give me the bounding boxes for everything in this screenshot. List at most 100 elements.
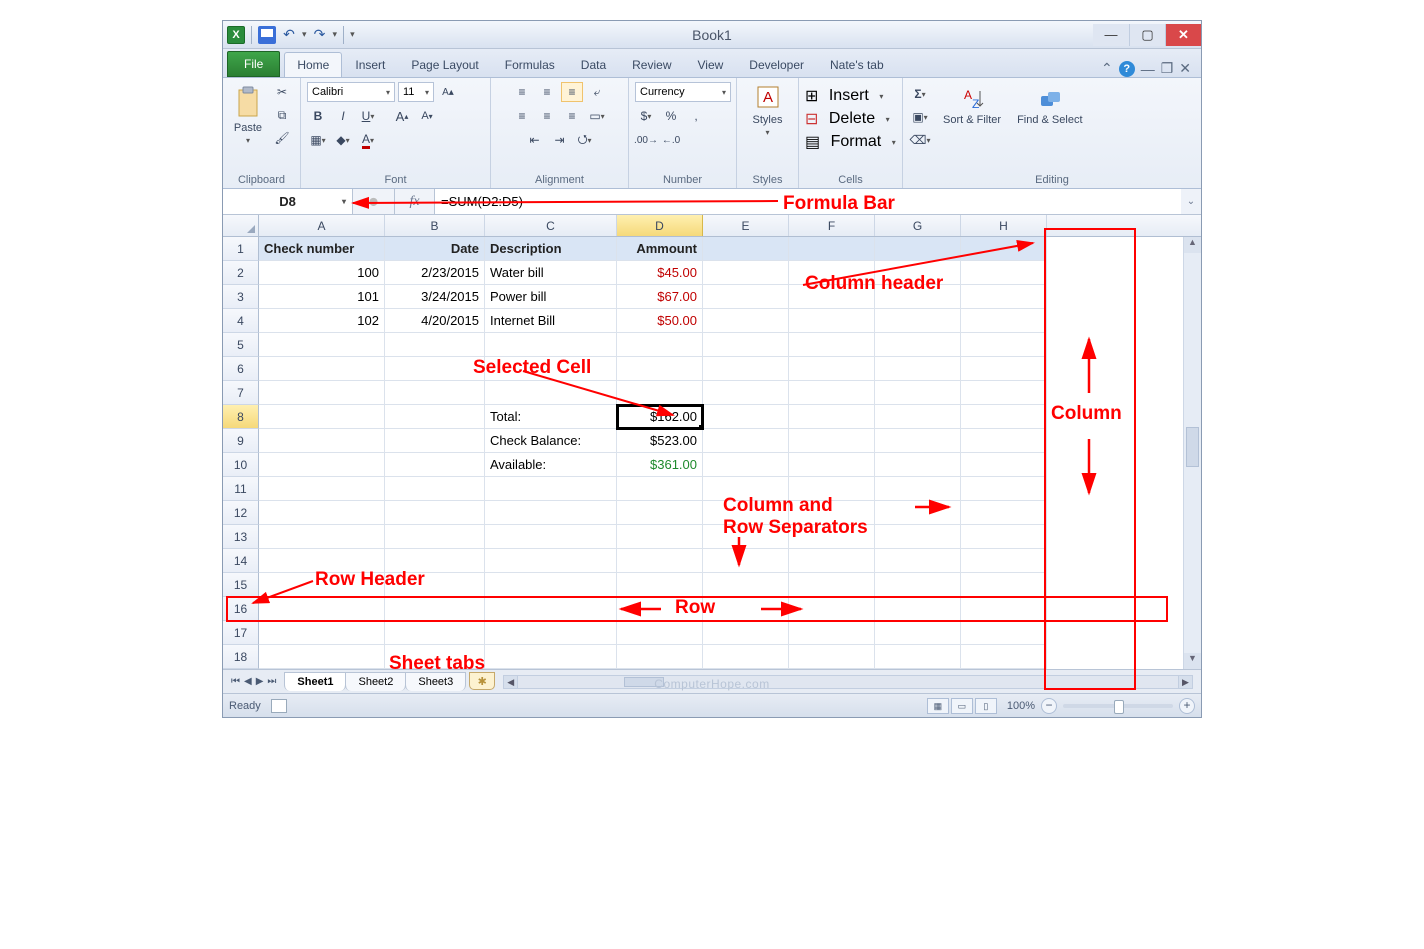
cell-A12[interactable]	[259, 501, 385, 525]
tab-view[interactable]: View	[685, 52, 737, 77]
cell-B4[interactable]: 4/20/2015	[385, 309, 485, 333]
fill-icon[interactable]: ▣▾	[909, 107, 931, 127]
cell-H7[interactable]	[961, 381, 1047, 405]
cell-F17[interactable]	[789, 621, 875, 645]
find-select-button[interactable]: Find & Select	[1013, 84, 1086, 128]
borders-icon[interactable]: ▦▾	[307, 130, 329, 150]
cell-H16[interactable]	[961, 597, 1047, 621]
row-header-4[interactable]: 4	[223, 309, 259, 333]
tab-custom[interactable]: Nate's tab	[817, 52, 897, 77]
cell-F9[interactable]	[789, 429, 875, 453]
name-box[interactable]: D8▾	[223, 189, 353, 214]
cell-G5[interactable]	[875, 333, 961, 357]
cell-F7[interactable]	[789, 381, 875, 405]
cell-A11[interactable]	[259, 477, 385, 501]
cell-F4[interactable]	[789, 309, 875, 333]
save-icon[interactable]	[258, 26, 276, 44]
cell-B2[interactable]: 2/23/2015	[385, 261, 485, 285]
cell-C16[interactable]	[485, 597, 617, 621]
cell-G18[interactable]	[875, 645, 961, 669]
fill-color-icon[interactable]: ◆▾	[332, 130, 354, 150]
orientation-icon[interactable]: ⭯▾	[574, 130, 596, 150]
cell-G17[interactable]	[875, 621, 961, 645]
cell-C15[interactable]	[485, 573, 617, 597]
cell-B6[interactable]	[385, 357, 485, 381]
cell-B5[interactable]	[385, 333, 485, 357]
align-right-icon[interactable]: ≡	[561, 106, 583, 126]
cell-A17[interactable]	[259, 621, 385, 645]
hscroll-left-icon[interactable]: ◀	[504, 676, 518, 688]
cell-D17[interactable]	[617, 621, 703, 645]
tab-data[interactable]: Data	[568, 52, 619, 77]
cell-A5[interactable]	[259, 333, 385, 357]
cell-D7[interactable]	[617, 381, 703, 405]
scroll-down-icon[interactable]: ▼	[1184, 653, 1201, 669]
cell-C3[interactable]: Power bill	[485, 285, 617, 309]
minimize-button[interactable]: —	[1093, 24, 1129, 46]
row-header-11[interactable]: 11	[223, 477, 259, 501]
row-header-8[interactable]: 8	[223, 405, 259, 429]
cell-B8[interactable]	[385, 405, 485, 429]
cell-G11[interactable]	[875, 477, 961, 501]
cells-insert-button[interactable]: ⊞ Insert ▾	[805, 86, 883, 106]
cell-H1[interactable]	[961, 237, 1047, 261]
cell-G8[interactable]	[875, 405, 961, 429]
decrease-indent-icon[interactable]: ⇤	[524, 130, 546, 150]
cell-A8[interactable]	[259, 405, 385, 429]
tab-developer[interactable]: Developer	[736, 52, 817, 77]
cell-H15[interactable]	[961, 573, 1047, 597]
increase-font-icon[interactable]: A▴	[391, 106, 413, 126]
minimize-ribbon-icon[interactable]: ⌃	[1101, 60, 1113, 77]
tab-formulas[interactable]: Formulas	[492, 52, 568, 77]
cell-C2[interactable]: Water bill	[485, 261, 617, 285]
col-header-E[interactable]: E	[703, 215, 789, 236]
number-format-combo[interactable]: Currency▾	[635, 82, 731, 102]
cell-H8[interactable]	[961, 405, 1047, 429]
cell-B9[interactable]	[385, 429, 485, 453]
cell-B13[interactable]	[385, 525, 485, 549]
sort-filter-button[interactable]: AZ Sort & Filter	[939, 84, 1005, 128]
cell-A10[interactable]	[259, 453, 385, 477]
cell-D15[interactable]	[617, 573, 703, 597]
wrap-text-icon[interactable]: ⤶	[586, 82, 608, 102]
col-header-B[interactable]: B	[385, 215, 485, 236]
cell-E15[interactable]	[703, 573, 789, 597]
horizontal-scrollbar[interactable]: ◀ ▶	[503, 675, 1193, 689]
cell-D1[interactable]: Ammount	[617, 237, 703, 261]
cell-E5[interactable]	[703, 333, 789, 357]
close-button[interactable]: ✕	[1165, 24, 1201, 46]
row-header-15[interactable]: 15	[223, 573, 259, 597]
cell-A7[interactable]	[259, 381, 385, 405]
cell-E18[interactable]	[703, 645, 789, 669]
cell-G13[interactable]	[875, 525, 961, 549]
comma-format-icon[interactable]: ,	[685, 106, 707, 126]
cell-H9[interactable]	[961, 429, 1047, 453]
cell-F5[interactable]	[789, 333, 875, 357]
cell-D12[interactable]	[617, 501, 703, 525]
cell-A16[interactable]	[259, 597, 385, 621]
font-color-icon[interactable]: A▾	[357, 130, 379, 150]
cell-D11[interactable]	[617, 477, 703, 501]
cell-F10[interactable]	[789, 453, 875, 477]
cell-D13[interactable]	[617, 525, 703, 549]
format-painter-icon[interactable]: 🖌	[271, 128, 293, 148]
cell-H4[interactable]	[961, 309, 1047, 333]
row-header-16[interactable]: 16	[223, 597, 259, 621]
cell-F14[interactable]	[789, 549, 875, 573]
cell-C7[interactable]	[485, 381, 617, 405]
cell-B11[interactable]	[385, 477, 485, 501]
undo-dropdown-icon[interactable]: ▾	[302, 29, 307, 40]
cell-E10[interactable]	[703, 453, 789, 477]
row-header-12[interactable]: 12	[223, 501, 259, 525]
cell-C13[interactable]	[485, 525, 617, 549]
zoom-out-icon[interactable]: −	[1041, 698, 1057, 714]
cell-G9[interactable]	[875, 429, 961, 453]
cell-F1[interactable]	[789, 237, 875, 261]
cell-C8[interactable]: Total:	[485, 405, 617, 429]
cell-C10[interactable]: Available:	[485, 453, 617, 477]
cell-H14[interactable]	[961, 549, 1047, 573]
underline-button[interactable]: U▾	[357, 106, 379, 126]
cell-B10[interactable]	[385, 453, 485, 477]
increase-decimal-icon[interactable]: .00→	[635, 130, 657, 150]
row-header-14[interactable]: 14	[223, 549, 259, 573]
